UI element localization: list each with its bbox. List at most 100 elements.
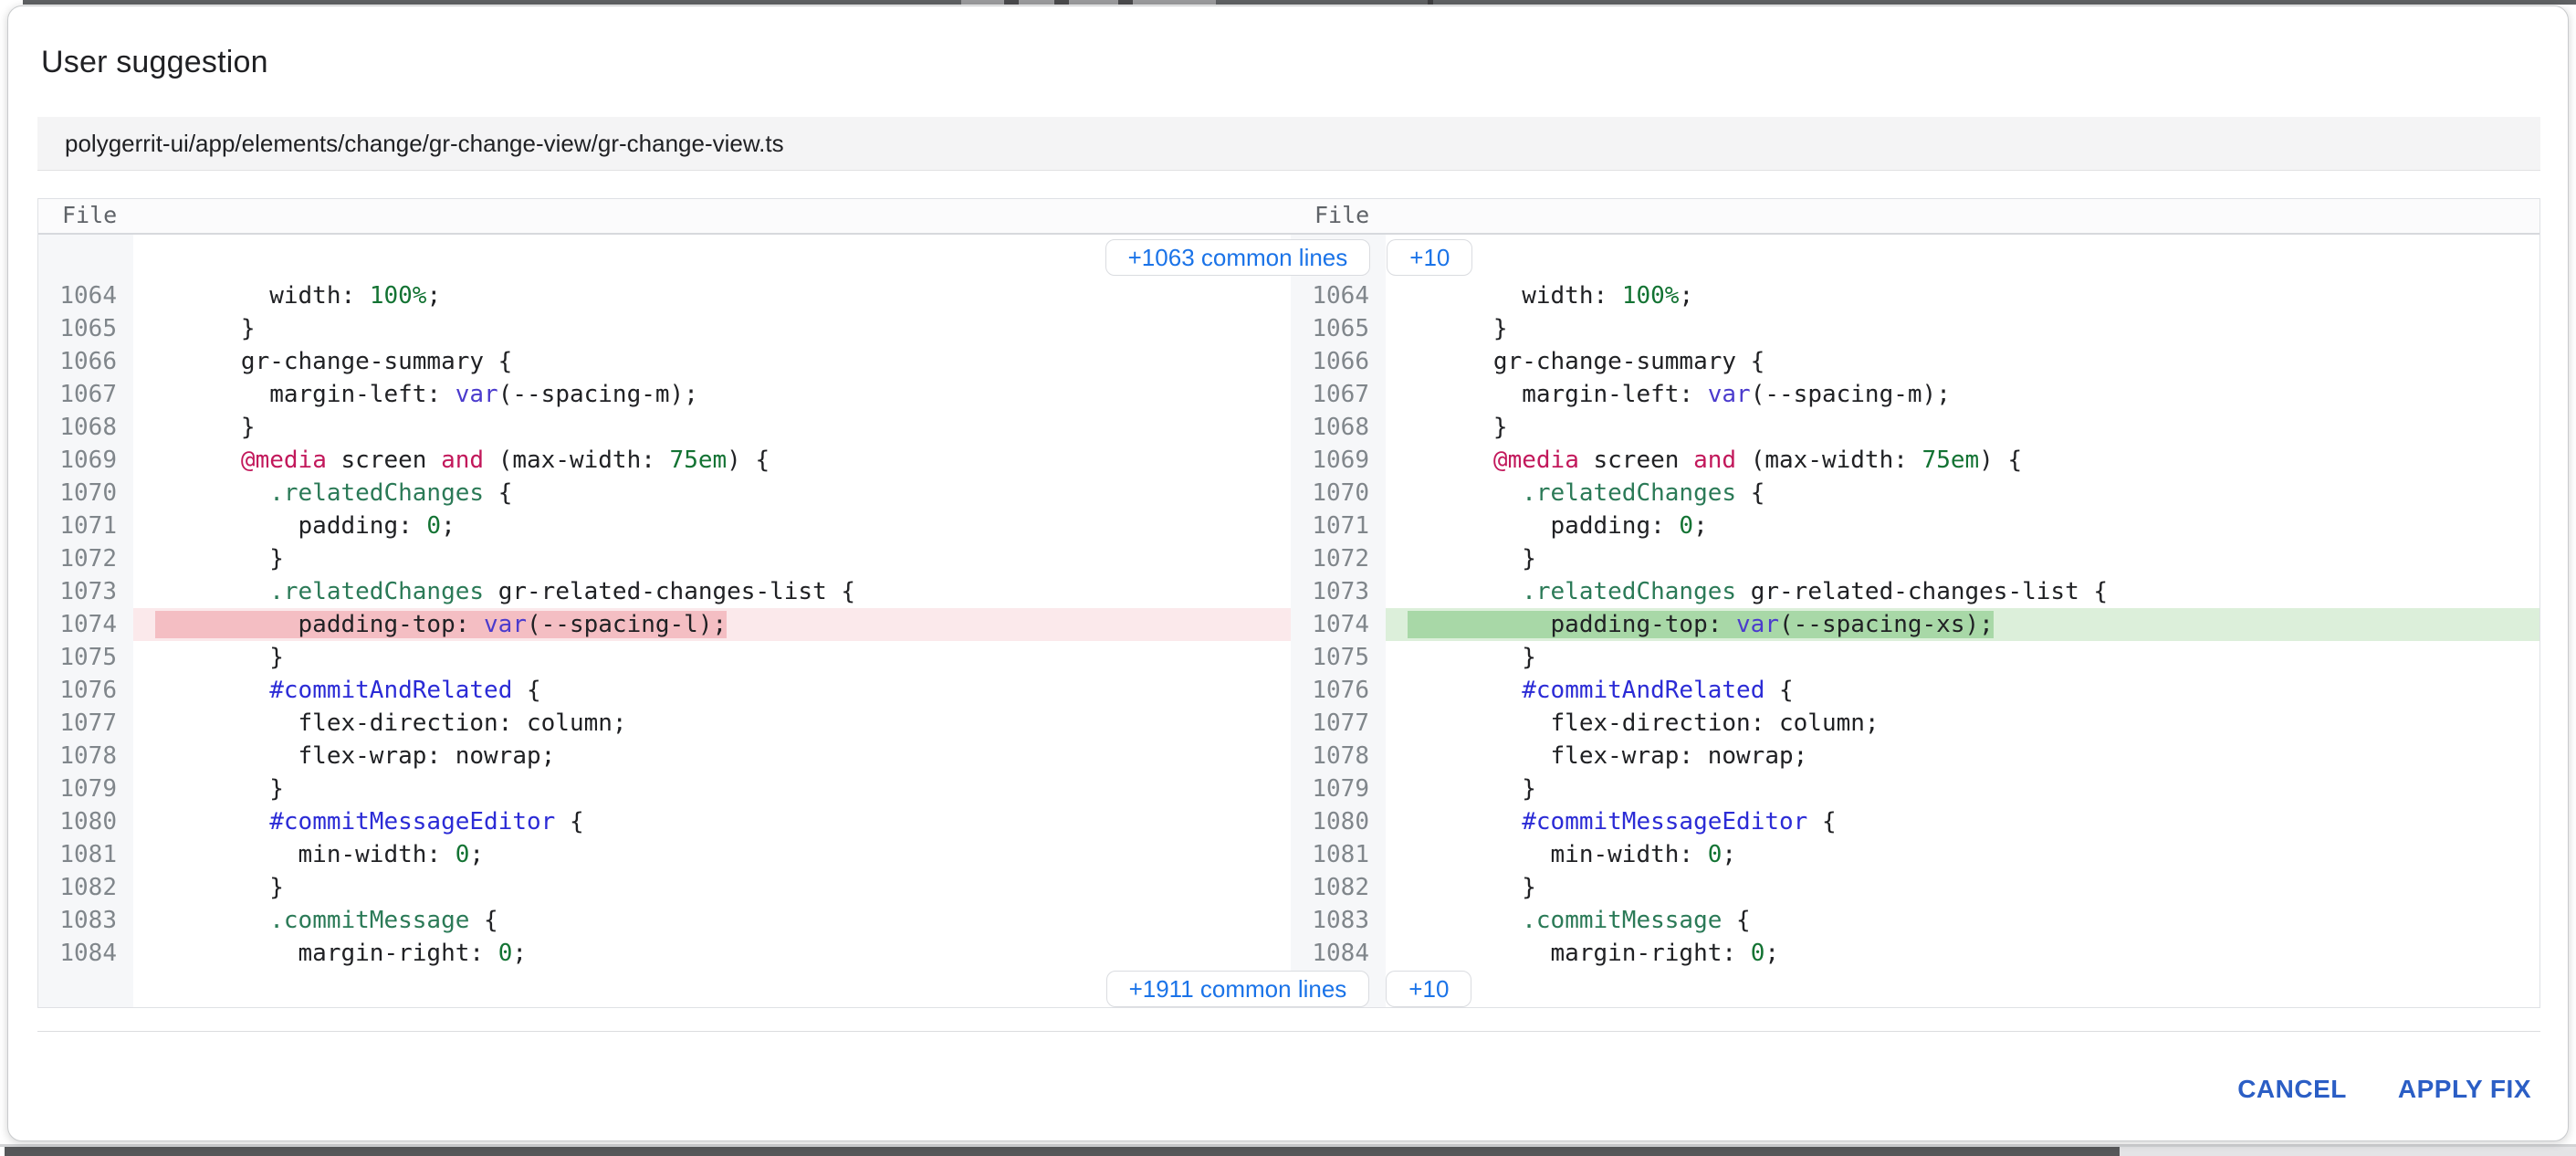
code-token: #commitMessageEditor bbox=[269, 808, 555, 835]
code-cell-right: flex-direction: column; bbox=[1386, 707, 2539, 740]
code-token: { bbox=[1722, 907, 1750, 934]
line-number-right: 1072 bbox=[1291, 542, 1386, 575]
code-token: width: bbox=[155, 282, 370, 310]
code-token: } bbox=[1408, 644, 1536, 671]
line-number-left: 1071 bbox=[38, 510, 133, 542]
code-cell-left: @media screen and (max-width: 75em) { bbox=[133, 444, 1291, 477]
line-number-left: 1075 bbox=[38, 641, 133, 674]
line-number-right: 1068 bbox=[1291, 411, 1386, 444]
code-token: #commitAndRelated bbox=[1522, 677, 1764, 704]
code-token: flex-direction: column; bbox=[155, 709, 627, 737]
line-number-right: 1082 bbox=[1291, 871, 1386, 904]
code-cell-right: gr-change-summary { bbox=[1386, 345, 2539, 378]
code-token: } bbox=[155, 644, 284, 671]
line-number-left: 1079 bbox=[38, 772, 133, 805]
cancel-button[interactable]: CANCEL bbox=[2234, 1069, 2351, 1109]
code-token: padding: bbox=[1408, 512, 1679, 540]
context-controls-top: +1063 common lines +10 bbox=[38, 235, 2539, 279]
code-token: ; bbox=[1764, 940, 1779, 967]
apply-fix-button[interactable]: APPLY FIX bbox=[2394, 1069, 2535, 1109]
code-token: (--spacing-m); bbox=[1751, 381, 1951, 408]
code-cell-right: @media screen and (max-width: 75em) { bbox=[1386, 444, 2539, 477]
code-token: min-width: bbox=[1408, 841, 1708, 868]
diff-row-1073: 1073 .relatedChanges gr-related-changes-… bbox=[38, 575, 2539, 608]
code-token: { bbox=[1764, 677, 1793, 704]
user-suggestion-dialog: User suggestion polygerrit-ui/app/elemen… bbox=[7, 5, 2569, 1141]
show-common-lines-button[interactable]: +1911 common lines bbox=[1106, 971, 1370, 1007]
line-number-left: 1084 bbox=[38, 937, 133, 970]
code-token: gr-related-changes-list { bbox=[484, 578, 855, 605]
code-token: margin-right: bbox=[155, 940, 498, 967]
code-token: flex-direction: column; bbox=[1408, 709, 1880, 737]
code-token bbox=[1408, 479, 1522, 507]
code-token: var bbox=[1736, 611, 1779, 638]
diff-row-1065: 1065 }1065 } bbox=[38, 312, 2539, 345]
code-token: padding-top: bbox=[1408, 611, 1736, 638]
code-token: 0 bbox=[1751, 940, 1765, 967]
code-token: ; bbox=[469, 841, 484, 868]
code-cell-left: } bbox=[133, 542, 1291, 575]
code-token: } bbox=[155, 414, 256, 441]
code-token: (--spacing-xs); bbox=[1779, 611, 1994, 638]
diff-header-right: File bbox=[1291, 199, 2539, 233]
code-cell-left: } bbox=[133, 641, 1291, 674]
line-number-left: 1065 bbox=[38, 312, 133, 345]
show-common-lines-button[interactable]: +1063 common lines bbox=[1105, 239, 1371, 276]
code-token bbox=[1408, 907, 1522, 934]
code-token: 100% bbox=[1622, 282, 1680, 310]
code-token: { bbox=[484, 479, 512, 507]
code-token: { bbox=[469, 907, 497, 934]
code-token bbox=[155, 677, 269, 704]
line-number-left: 1083 bbox=[38, 904, 133, 937]
line-number-left: 1070 bbox=[38, 477, 133, 510]
line-number-left: 1069 bbox=[38, 444, 133, 477]
line-number-right: 1071 bbox=[1291, 510, 1386, 542]
added-text-highlight: padding-top: var(--spacing-xs); bbox=[1408, 611, 1994, 638]
line-number-right: 1067 bbox=[1291, 378, 1386, 411]
line-number-right: 1083 bbox=[1291, 904, 1386, 937]
code-token: (max-width: bbox=[1736, 447, 1922, 474]
diff-row-1066: 1066 gr-change-summary {1066 gr-change-s… bbox=[38, 345, 2539, 378]
code-token: margin-left: bbox=[155, 381, 456, 408]
code-cell-right: min-width: 0; bbox=[1386, 838, 2539, 871]
code-cell-right: } bbox=[1386, 772, 2539, 805]
code-cell-left: min-width: 0; bbox=[133, 838, 1291, 871]
code-token: var bbox=[456, 381, 498, 408]
code-cell-left: .commitMessage { bbox=[133, 904, 1291, 937]
context-buttons-bottom: +1911 common lines +10 bbox=[38, 970, 2539, 1007]
diff-row-1079: 1079 }1079 } bbox=[38, 772, 2539, 805]
code-token: } bbox=[1408, 874, 1536, 901]
context-buttons-top: +1063 common lines +10 bbox=[38, 235, 2539, 279]
show-common-lines-button[interactable]: +10 bbox=[1387, 239, 1472, 276]
line-number-right: 1084 bbox=[1291, 937, 1386, 970]
code-token: @media bbox=[1493, 447, 1579, 474]
code-token: var bbox=[484, 611, 527, 638]
code-token: } bbox=[1408, 414, 1508, 441]
code-token: ; bbox=[1679, 282, 1693, 310]
line-number-left: 1078 bbox=[38, 740, 133, 772]
code-cell-right: } bbox=[1386, 312, 2539, 345]
underlying-top-mark bbox=[1004, 0, 1019, 5]
line-number-right: 1065 bbox=[1291, 312, 1386, 345]
line-number-right: 1070 bbox=[1291, 477, 1386, 510]
code-token bbox=[155, 479, 269, 507]
code-token bbox=[1408, 677, 1522, 704]
diff-row-1070: 1070 .relatedChanges {1070 .relatedChang… bbox=[38, 477, 2539, 510]
code-token: ) { bbox=[1979, 447, 2022, 474]
code-cell-left: flex-direction: column; bbox=[133, 707, 1291, 740]
line-number-left: 1077 bbox=[38, 707, 133, 740]
underlying-top-mark bbox=[1054, 0, 1069, 5]
line-number-left: 1072 bbox=[38, 542, 133, 575]
code-cell-right: #commitMessageEditor { bbox=[1386, 805, 2539, 838]
code-token: 0 bbox=[456, 841, 470, 868]
code-cell-right: padding: 0; bbox=[1386, 510, 2539, 542]
code-cell-left: #commitAndRelated { bbox=[133, 674, 1291, 707]
diff-row-1068: 1068 }1068 } bbox=[38, 411, 2539, 444]
code-token: 75em bbox=[1922, 447, 1980, 474]
show-common-lines-button[interactable]: +10 bbox=[1386, 971, 1471, 1007]
code-token: { bbox=[512, 677, 540, 704]
code-token: .commitMessage bbox=[269, 907, 469, 934]
line-number-right: 1073 bbox=[1291, 575, 1386, 608]
code-token: { bbox=[1807, 808, 1836, 835]
line-number-left: 1076 bbox=[38, 674, 133, 707]
